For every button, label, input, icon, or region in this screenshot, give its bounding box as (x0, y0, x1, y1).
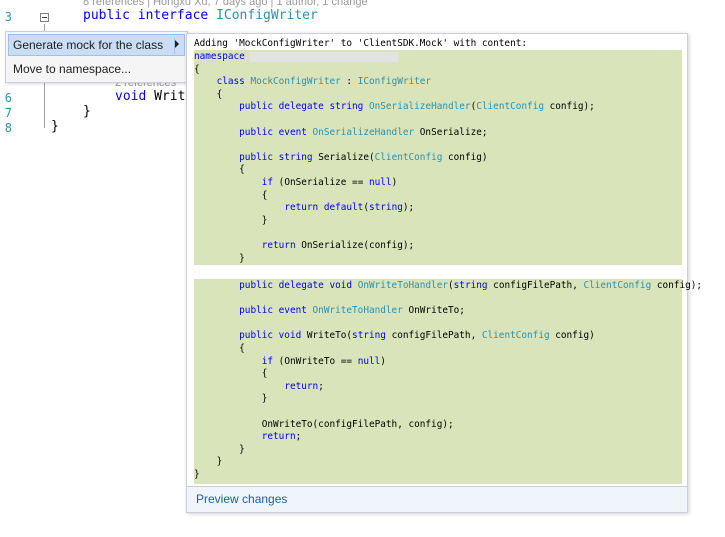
menu-item-generate-mock[interactable]: Generate mock for the class (8, 34, 185, 56)
menu-item-label: Move to namespace... (13, 62, 132, 76)
preview-code-line: public event OnWriteToHandler OnWriteTo; (239, 305, 465, 317)
menu-item-label: Generate mock for the class (13, 38, 164, 52)
preview-changes-popup: Adding 'MockConfigWriter' to 'ClientSDK.… (186, 33, 702, 513)
line-number: 7 (4, 106, 12, 120)
preview-changes-link[interactable]: Preview changes (196, 492, 287, 506)
chevron-right-icon[interactable] (175, 40, 179, 48)
code-line[interactable]: public interface IConfigWriter (83, 8, 318, 23)
preview-footer: Preview changes (187, 486, 687, 512)
preview-code-line: public delegate string OnSerializeHandle… (239, 101, 595, 113)
added-code-block-2: public delegate void OnWriteToHandler(st… (194, 279, 702, 484)
code-line[interactable]: } (83, 104, 91, 119)
preview-code-line: { (194, 343, 245, 354)
preview-code-line: { (194, 63, 200, 75)
preview-code-line: return; (284, 380, 324, 392)
preview-code-line: if (OnSerialize == null) (261, 177, 398, 188)
code-line[interactable]: void Writ (115, 89, 185, 104)
preview-code-line: OnWriteTo(configFilePath, config); (194, 418, 454, 430)
preview-code-line: { (194, 164, 245, 176)
preview-code-line: return default(string); (284, 202, 415, 214)
menu-item-move-to-namespace[interactable]: Move to namespace... (8, 58, 185, 80)
preview-code-line: } (194, 443, 245, 455)
codelens-references[interactable]: 8 references | Hongxu Xu, 7 days ago | 1… (83, 0, 368, 8)
redacted-namespace (248, 51, 399, 62)
line-number: 8 (4, 121, 12, 135)
preview-code-line: } (194, 456, 223, 468)
preview-code-line: } (194, 252, 245, 264)
line-number: 6 (4, 91, 12, 105)
collapse-icon[interactable] (40, 13, 49, 22)
preview-code-line: public event OnSerializeHandler OnSerial… (239, 126, 488, 138)
preview-code-line: } (194, 469, 200, 480)
preview-code-line: { (194, 189, 268, 201)
preview-code-line: return; (261, 431, 302, 443)
preview-code-line: public void WriteTo(string configFilePat… (239, 330, 595, 342)
preview-code-line: { (194, 88, 223, 100)
preview-code-line: { (194, 368, 268, 380)
preview-code-line: return OnSerialize(config); (261, 240, 415, 251)
preview-code-line: public delegate void OnWriteToHandler(st… (239, 280, 703, 291)
code-line[interactable]: } (51, 119, 59, 134)
preview-code-line: class MockConfigWriter : IConfigWriter (216, 76, 432, 88)
preview-code-line: } (194, 393, 268, 405)
preview-code-line: } (194, 214, 268, 226)
preview-code-line: if (OnWriteTo == null) (261, 355, 386, 367)
preview-header: Adding 'MockConfigWriter' to 'ClientSDK.… (194, 38, 528, 49)
preview-code-line: namespace (194, 50, 399, 63)
preview-code-line: public string Serialize(ClientConfig con… (239, 151, 488, 163)
quick-actions-menu: Generate mock for the class Move to name… (5, 31, 188, 83)
line-number: 3 (4, 10, 12, 24)
added-code-block-1: namespace{ class MockConfigWriter : ICon… (194, 50, 682, 265)
